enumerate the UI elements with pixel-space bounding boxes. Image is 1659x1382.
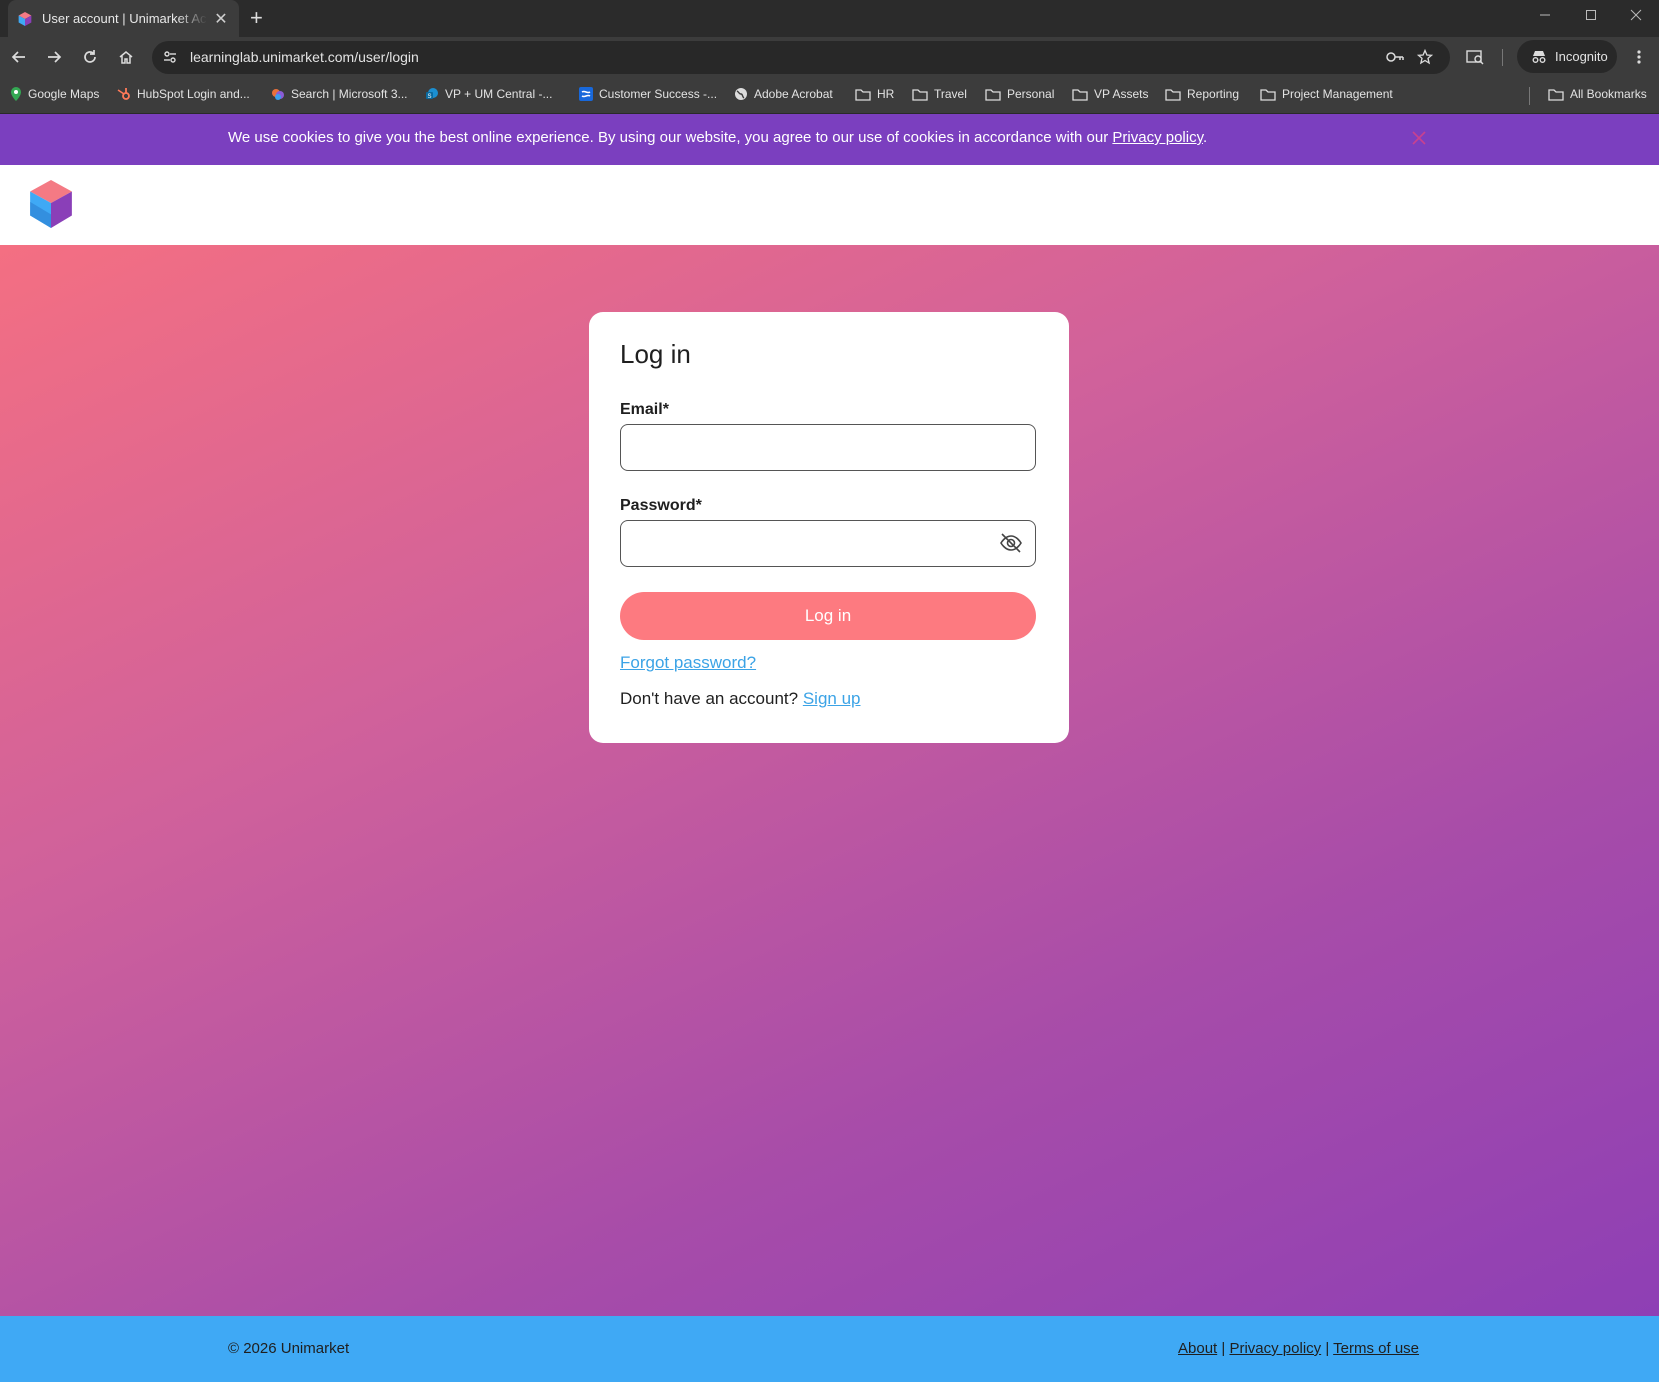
bookmarks-divider [1529, 87, 1530, 105]
globe-icon [735, 88, 747, 100]
folder-icon [1165, 88, 1181, 101]
unimarket-favicon-icon [18, 11, 32, 26]
signup-prompt: Don't have an account? Sign up [620, 689, 861, 708]
incognito-icon [1532, 50, 1546, 63]
incognito-badge[interactable]: Incognito [1517, 40, 1617, 73]
back-icon[interactable] [7, 45, 31, 69]
folder-icon [1548, 88, 1564, 101]
address-bar[interactable]: learninglab.unimarket.com/user/login [152, 41, 1450, 74]
cookie-message: We use cookies to give you the best onli… [228, 129, 1208, 146]
url-text: learninglab.unimarket.com/user/login [190, 49, 419, 65]
site-settings-icon[interactable] [162, 49, 178, 65]
bookmark-customer-success[interactable]: Customer Success -... [579, 87, 717, 101]
bookmark-folder-personal[interactable]: Personal [985, 87, 1054, 101]
forward-icon[interactable] [42, 45, 66, 69]
password-label: Password* [620, 497, 702, 514]
bookmark-folder-reporting[interactable]: Reporting [1165, 87, 1239, 101]
footer-links: About | Privacy policy | Terms of use [1178, 1340, 1420, 1357]
folder-icon [855, 88, 871, 101]
reload-icon[interactable] [78, 45, 102, 69]
bookmark-adobe-acrobat[interactable]: Adobe Acrobat [734, 87, 833, 101]
microsoft-icon [272, 89, 284, 100]
email-label: Email* [620, 401, 669, 418]
tab-close-icon[interactable]: ✕ [213, 9, 229, 29]
home-icon[interactable] [114, 45, 138, 69]
bookmark-hubspot[interactable]: HubSpot Login and... [117, 87, 250, 101]
sharepoint-icon: S [426, 88, 438, 100]
copyright-text: © 2026 Unimarket [228, 1340, 350, 1357]
svg-text:S: S [428, 94, 432, 100]
bookmark-folder-vp-assets[interactable]: VP Assets [1072, 87, 1148, 101]
site-footer: © 2026 Unimarket About | Privacy policy … [0, 1316, 1659, 1382]
confluence-icon [579, 87, 593, 101]
maps-pin-icon [11, 87, 21, 101]
new-tab-icon[interactable]: + [250, 4, 263, 32]
footer-about-link[interactable]: About [1178, 1340, 1217, 1357]
login-button[interactable]: Log in [620, 592, 1036, 640]
incognito-label: Incognito [1555, 49, 1608, 64]
reading-mode-icon[interactable] [1466, 49, 1484, 65]
login-card: Log in Email* Password* Log in Forgot pa… [589, 312, 1069, 743]
all-bookmarks-folder[interactable]: All Bookmarks [1548, 87, 1647, 101]
folder-icon [985, 88, 1001, 101]
bookmark-folder-project-management[interactable]: Project Management [1260, 87, 1393, 101]
bookmark-folder-hr[interactable]: HR [855, 87, 894, 101]
signup-link[interactable]: Sign up [803, 689, 861, 708]
email-field[interactable] [620, 424, 1036, 471]
login-title: Log in [620, 339, 691, 369]
browser-toolbar: learninglab.unimarket.com/user/login Inc… [0, 37, 1659, 77]
minimize-icon[interactable] [1522, 0, 1568, 30]
browser-tab[interactable]: User account | Unimarket Academy ✕ [8, 0, 239, 37]
unimarket-logo[interactable] [30, 180, 72, 228]
toggle-password-visibility-icon[interactable] [999, 531, 1023, 555]
password-field[interactable] [620, 520, 1036, 567]
cookie-banner: We use cookies to give you the best onli… [0, 114, 1659, 165]
toolbar-divider [1502, 49, 1503, 66]
folder-icon [912, 88, 928, 101]
maximize-icon[interactable] [1568, 0, 1614, 30]
bookmark-google-maps[interactable]: Google Maps [10, 87, 99, 101]
site-header [0, 165, 1659, 245]
bookmark-microsoft-search[interactable]: Search | Microsoft 3... [271, 87, 408, 101]
footer-terms-link[interactable]: Terms of use [1333, 1340, 1419, 1357]
bookmark-vp-um-central[interactable]: S VP + UM Central -... [425, 87, 552, 101]
browser-tab-bar: User account | Unimarket Academy ✕ + [0, 0, 1659, 37]
footer-privacy-link[interactable]: Privacy policy [1229, 1340, 1321, 1357]
bookmarks-bar: Google Maps HubSpot Login and... Search … [0, 77, 1659, 114]
forgot-password-link[interactable]: Forgot password? [620, 653, 756, 673]
hubspot-icon [117, 88, 130, 100]
password-key-icon[interactable] [1385, 49, 1405, 65]
tab-title: User account | Unimarket Academy [42, 11, 207, 26]
bookmark-star-icon[interactable] [1417, 49, 1433, 65]
folder-icon [1260, 88, 1276, 101]
folder-icon [1072, 88, 1088, 101]
cookie-close-icon[interactable] [1408, 127, 1430, 149]
close-window-icon[interactable] [1613, 0, 1659, 30]
browser-menu-icon[interactable] [1627, 45, 1651, 69]
bookmark-folder-travel[interactable]: Travel [912, 87, 967, 101]
cookie-privacy-link[interactable]: Privacy policy [1112, 129, 1203, 146]
